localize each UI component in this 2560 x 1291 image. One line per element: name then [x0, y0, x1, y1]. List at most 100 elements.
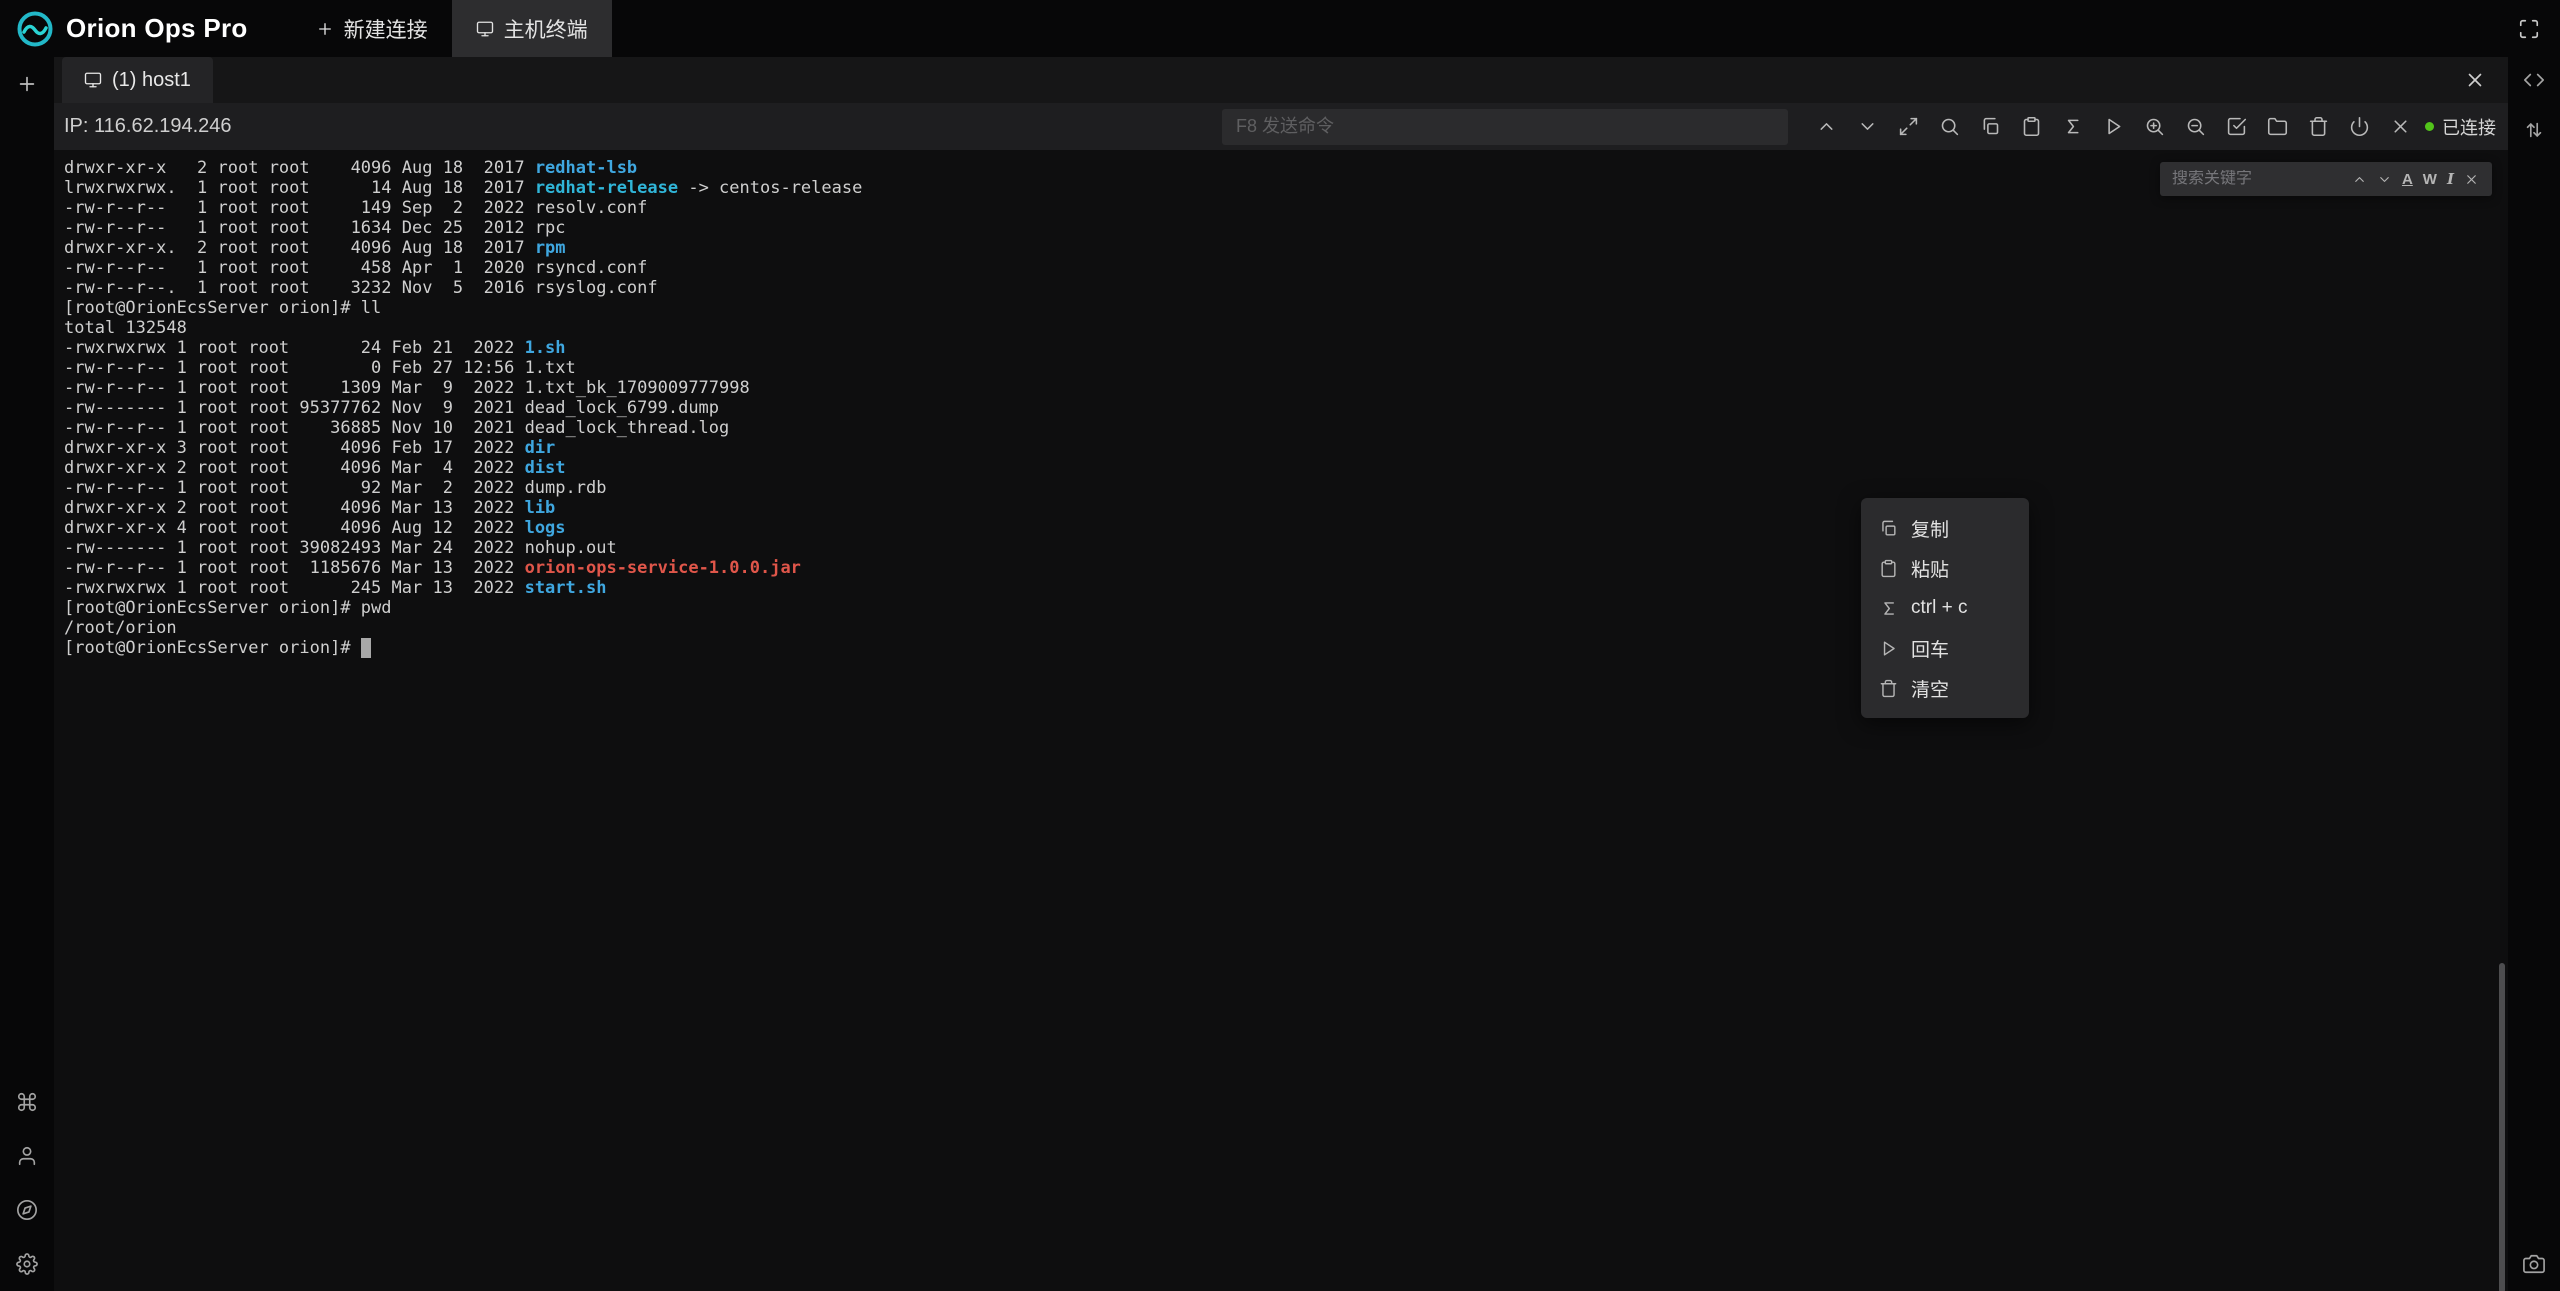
context-menu-enter[interactable]: 回车: [1861, 628, 2029, 668]
chevron-up-icon: [2352, 172, 2367, 187]
terminal-line: total 132548: [64, 318, 2508, 338]
regex-button[interactable]: I: [2442, 169, 2459, 190]
camera-icon: [2523, 1253, 2545, 1275]
search-next-button[interactable]: [2372, 169, 2397, 190]
search-close-button[interactable]: [2459, 169, 2484, 190]
file-manager-button[interactable]: [2265, 114, 2290, 139]
clear-terminal-button[interactable]: [2306, 114, 2331, 139]
toolbar-actions: [1814, 114, 2413, 139]
screenshot-button[interactable]: [2523, 1253, 2545, 1275]
terminal-icon: [476, 20, 494, 38]
dashboard-button[interactable]: [16, 1199, 38, 1221]
scroll-down-button[interactable]: [1855, 114, 1880, 139]
close-all-tabs-button[interactable]: [2442, 69, 2508, 91]
trash-icon: [1879, 679, 1898, 698]
code-view-button[interactable]: [2523, 69, 2545, 91]
copy-icon: [1879, 519, 1898, 538]
ctrl-c-button[interactable]: [2060, 114, 2085, 139]
zoom-out-icon: [2185, 116, 2206, 137]
close-icon: [2390, 116, 2411, 137]
settings-button[interactable]: [16, 1253, 38, 1275]
terminal-search-panel: A W I: [2160, 162, 2492, 196]
tab-host1[interactable]: (1) host1: [62, 57, 213, 103]
fullscreen-icon: [2518, 18, 2540, 40]
sigma-icon: [1879, 599, 1898, 618]
search-prev-button[interactable]: [2347, 169, 2372, 190]
swap-panels-button[interactable]: [2523, 119, 2545, 141]
command-palette-button[interactable]: [16, 1091, 38, 1113]
search-button[interactable]: [1937, 114, 1962, 139]
menu-host-terminal[interactable]: 主机终端: [452, 0, 612, 57]
scrollbar-thumb[interactable]: [2499, 963, 2505, 1291]
context-menu-clear[interactable]: 清空: [1861, 668, 2029, 708]
command-icon: [16, 1091, 38, 1113]
close-icon: [2464, 69, 2486, 91]
terminal-line: -rw-r--r-- 1 root root 458 Apr 1 2020 rs…: [64, 258, 2508, 278]
paste-icon: [1879, 559, 1898, 578]
tab-bar: (1) host1: [54, 57, 2508, 103]
sigma-icon: [2062, 116, 2083, 137]
zoom-out-button[interactable]: [2183, 114, 2208, 139]
chevron-up-icon: [1816, 116, 1837, 137]
menu-host-terminal-label: 主机终端: [504, 14, 588, 44]
terminal-line: /root/orion: [64, 618, 2508, 638]
terminal-line: [root@OrionEcsServer orion]# pwd: [64, 598, 2508, 618]
app-brand: Orion Ops Pro: [0, 10, 266, 48]
search-icon: [1939, 116, 1960, 137]
disconnect-button[interactable]: [2347, 114, 2372, 139]
paste-button[interactable]: [2019, 114, 2044, 139]
chevron-down-icon: [1857, 116, 1878, 137]
play-icon: [1879, 639, 1898, 658]
left-sidebar-bottom: [16, 1091, 38, 1275]
menu-new-connection[interactable]: 新建连接: [292, 0, 452, 57]
context-menu-copy[interactable]: 复制: [1861, 508, 2029, 548]
terminal-line: [root@OrionEcsServer orion]#: [64, 638, 2508, 658]
zoom-in-button[interactable]: [2142, 114, 2167, 139]
app-root: Orion Ops Pro 新建连接 主机终端: [0, 0, 2560, 1291]
expand-terminal-button[interactable]: [1896, 114, 1921, 139]
connection-status-badge: 已连接: [2425, 114, 2496, 140]
folder-icon: [2267, 116, 2288, 137]
send-command-input[interactable]: [1222, 109, 1788, 145]
host-ip-label: IP: 116.62.194.246: [64, 115, 232, 138]
plus-icon: [316, 20, 334, 38]
scroll-up-button[interactable]: [1814, 114, 1839, 139]
right-sidebar: [2508, 57, 2560, 1291]
context-menu-clear-label: 清空: [1911, 675, 1949, 702]
plus-icon: [16, 73, 38, 95]
terminal-line: -rwxrwxrwx 1 root root 245 Mar 13 2022 s…: [64, 578, 2508, 598]
terminal-line: drwxr-xr-x 4 root root 4096 Aug 12 2022 …: [64, 518, 2508, 538]
context-menu-paste[interactable]: 粘贴: [1861, 548, 2029, 588]
zoom-in-icon: [2144, 116, 2165, 137]
search-keyword-input[interactable]: [2172, 170, 2347, 188]
user-icon: [16, 1145, 38, 1167]
match-case-button[interactable]: A: [2397, 169, 2418, 190]
terminal-line: -rw-r--r-- 1 root root 1634 Dec 25 2012 …: [64, 218, 2508, 238]
terminal[interactable]: drwxr-xr-x 2 root root 4096 Aug 18 2017 …: [54, 150, 2508, 1291]
paste-icon: [2021, 116, 2042, 137]
new-tab-button[interactable]: [12, 69, 42, 99]
copy-button[interactable]: [1978, 114, 2003, 139]
fullscreen-button[interactable]: [2514, 14, 2544, 44]
app-title: Orion Ops Pro: [66, 13, 248, 44]
top-bar: Orion Ops Pro 新建连接 主机终端: [0, 0, 2560, 57]
code-icon: [2523, 69, 2545, 91]
context-menu-ctrl-c-label: ctrl + c: [1911, 597, 1967, 619]
send-enter-button[interactable]: [2101, 114, 2126, 139]
terminal-toolbar: IP: 116.62.194.246: [54, 103, 2508, 150]
terminal-line: -rw------- 1 root root 39082493 Mar 24 2…: [64, 538, 2508, 558]
context-menu-paste-label: 粘贴: [1911, 555, 1949, 582]
user-button[interactable]: [16, 1145, 38, 1167]
top-bar-right: [2514, 14, 2560, 44]
check-square-icon: [2226, 116, 2247, 137]
terminal-line: drwxr-xr-x 2 root root 4096 Mar 13 2022 …: [64, 498, 2508, 518]
confirm-command-button[interactable]: [2224, 114, 2249, 139]
context-menu: 复制 粘贴 ctrl + c 回车: [1861, 498, 2029, 718]
whole-word-button[interactable]: W: [2418, 169, 2442, 190]
close-terminal-button[interactable]: [2388, 114, 2413, 139]
terminal-line: -rwxrwxrwx 1 root root 24 Feb 21 2022 1.…: [64, 338, 2508, 358]
terminal-output: drwxr-xr-x 2 root root 4096 Aug 18 2017 …: [64, 158, 2508, 658]
terminal-line: -rw-r--r--. 1 root root 3232 Nov 5 2016 …: [64, 278, 2508, 298]
context-menu-ctrl-c[interactable]: ctrl + c: [1861, 588, 2029, 628]
left-sidebar: [0, 57, 54, 1291]
